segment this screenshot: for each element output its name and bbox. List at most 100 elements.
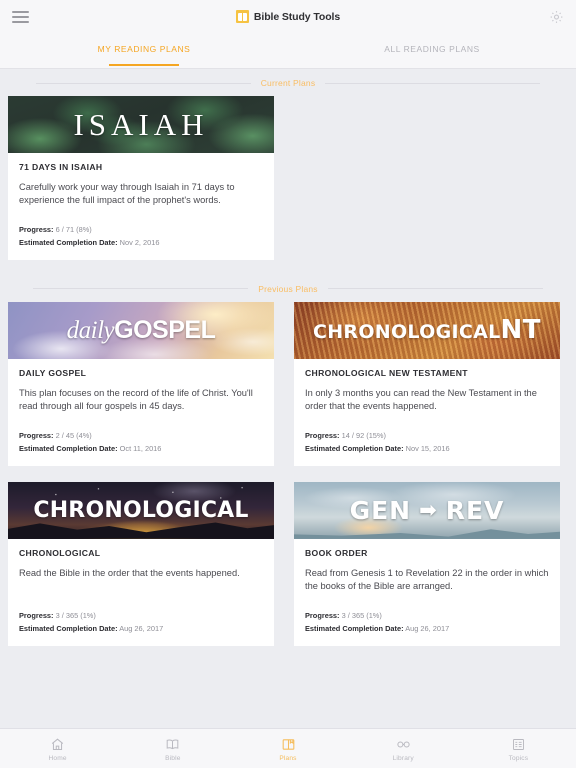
- nav-item-home[interactable]: Home: [0, 736, 115, 762]
- section-label-previous: Previous Plans: [258, 283, 318, 294]
- completion-value: Nov 2, 2016: [119, 237, 160, 247]
- plans-column-left: dailyGOSPEL DAILY GOSPEL This plan focus…: [8, 301, 274, 662]
- section-label-current: Current Plans: [260, 78, 316, 88]
- plan-completion-row: Estimated Completion Date: Aug 26, 2017: [19, 623, 263, 636]
- plan-description: This plan focuses on the record of the l…: [19, 387, 253, 412]
- plan-banner-image: CHRONOLOGICAL: [8, 481, 274, 539]
- progress-value: 2 / 45 (4%): [55, 430, 92, 440]
- plan-progress-row: Progress: 3 / 365 (1%): [19, 610, 263, 623]
- progress-label: Progress:: [305, 430, 340, 440]
- brand: Bible Study Tools: [235, 10, 340, 23]
- plan-card-book-order[interactable]: GEN ➡ REV BOOK ORDER Read from Genesis 1 t…: [294, 481, 560, 646]
- gear-icon[interactable]: [549, 9, 564, 24]
- glasses-icon: [395, 736, 412, 753]
- progress-label: Progress:: [19, 610, 54, 620]
- divider-line: [325, 82, 541, 84]
- banner-text-gen: GEN: [349, 495, 412, 525]
- plan-card-body: CHRONOLOGICAL Read the Bible in the orde…: [8, 539, 274, 646]
- plans-content: Current Plans ISAIAH 71 DAYS IN ISAIAH C…: [0, 70, 576, 728]
- nav-label: Library: [392, 754, 414, 762]
- plan-banner-image: ISAIAH: [8, 96, 274, 153]
- plan-banner-text: ISAIAH: [73, 106, 209, 142]
- plan-description: Carefully work your way through Isaiah i…: [19, 182, 235, 206]
- plan-meta: Progress: 3 / 365 (1%) Estimated Complet…: [305, 610, 549, 636]
- progress-label: Progress:: [305, 610, 340, 620]
- nav-item-topics[interactable]: Topics: [461, 736, 576, 762]
- plan-card-body: DAILY GOSPEL This plan focuses on the re…: [8, 359, 274, 466]
- section-divider-current: Current Plans: [0, 70, 576, 96]
- plan-banner-image: CHRONOLOGICALNT: [294, 301, 560, 359]
- progress-label: Progress:: [19, 430, 54, 440]
- plan-meta: Progress: 6 / 71 (8%) Estimated Completi…: [19, 224, 263, 250]
- divider-line: [327, 288, 543, 290]
- plan-card-body: 71 DAYS IN ISAIAH Carefully work your wa…: [8, 153, 274, 260]
- previous-plans-grid: dailyGOSPEL DAILY GOSPEL This plan focus…: [0, 301, 576, 662]
- nav-label: Topics: [508, 754, 529, 762]
- plan-completion-row: Estimated Completion Date: Nov 15, 2016: [305, 443, 549, 456]
- banner-text-bold: NT: [500, 315, 542, 346]
- completion-label: Estimated Completion Date:: [19, 237, 118, 247]
- plan-banner-image: dailyGOSPEL: [8, 301, 274, 359]
- nav-label: Bible: [165, 754, 181, 762]
- plan-card-chronological[interactable]: CHRONOLOGICAL CHRONOLOGICAL Read the Bib…: [8, 481, 274, 646]
- plan-title: CHRONOLOGICAL NEW TESTAMENT: [305, 367, 468, 378]
- list-icon: [511, 736, 526, 753]
- plans-column-right-empty: [294, 96, 560, 276]
- hamburger-bar: [12, 20, 29, 23]
- progress-value: 6 / 71 (8%): [55, 225, 92, 234]
- right-arrow-icon: ➡: [419, 497, 438, 522]
- hamburger-bar: [12, 15, 29, 18]
- plans-column-right: CHRONOLOGICALNT CHRONOLOGICAL NEW TESTAM…: [294, 301, 560, 662]
- banner-text-bold: GOSPEL: [114, 315, 216, 344]
- plan-banner-text: dailyGOSPEL: [67, 316, 216, 345]
- app-header: Bible Study Tools: [0, 0, 576, 33]
- plans-column-left: ISAIAH 71 DAYS IN ISAIAH Carefully work …: [8, 96, 274, 276]
- plan-banner-image: GEN ➡ REV: [294, 481, 560, 539]
- plan-completion-row: Estimated Completion Date: Aug 26, 2017: [305, 623, 549, 636]
- progress-label: Progress:: [19, 225, 54, 234]
- plan-description: In only 3 months you can read the New Te…: [305, 387, 537, 412]
- current-plans-grid: ISAIAH 71 DAYS IN ISAIAH Carefully work …: [0, 96, 576, 276]
- plan-card-body: BOOK ORDER Read from Genesis 1 to Revela…: [294, 539, 560, 646]
- plan-card-isaiah[interactable]: ISAIAH 71 DAYS IN ISAIAH Carefully work …: [8, 96, 274, 260]
- hamburger-bar: [12, 10, 29, 13]
- hamburger-icon[interactable]: [12, 10, 29, 23]
- plan-completion-row: Estimated Completion Date: Nov 2, 2016: [19, 237, 263, 250]
- completion-value: Oct 11, 2016: [119, 443, 162, 453]
- completion-value: Aug 26, 2017: [405, 623, 450, 633]
- tab-label: ALL READING PLANS: [384, 43, 480, 54]
- section-divider-previous: Previous Plans: [0, 276, 576, 302]
- tab-my-reading-plans[interactable]: MY READING PLANS: [0, 33, 288, 68]
- plan-banner-text: CHRONOLOGICAL: [33, 497, 249, 523]
- plans-icon: [281, 736, 296, 753]
- completion-label: Estimated Completion Date:: [19, 623, 118, 633]
- plan-card-body: CHRONOLOGICAL NEW TESTAMENT In only 3 mo…: [294, 359, 560, 466]
- nav-item-library[interactable]: Library: [346, 736, 461, 762]
- plan-banner-text: CHRONOLOGICALNT: [313, 315, 541, 345]
- tab-all-reading-plans[interactable]: ALL READING PLANS: [288, 33, 576, 68]
- banner-text-rev: REV: [445, 495, 505, 525]
- divider-line: [33, 288, 249, 290]
- banner-text-script: daily: [66, 316, 115, 344]
- nav-item-bible[interactable]: Bible: [115, 736, 230, 762]
- plan-completion-row: Estimated Completion Date: Oct 11, 2016: [19, 443, 263, 456]
- banner-text-main: CHRONOLOGICAL: [312, 321, 501, 344]
- completion-label: Estimated Completion Date:: [305, 443, 404, 453]
- divider-line: [35, 82, 251, 84]
- plan-description: Read from Genesis 1 to Revelation 22 in …: [305, 567, 549, 591]
- plan-card-daily-gospel[interactable]: dailyGOSPEL DAILY GOSPEL This plan focus…: [8, 301, 274, 466]
- book-icon: [165, 736, 180, 753]
- plan-meta: Progress: 3 / 365 (1%) Estimated Complet…: [19, 610, 263, 636]
- bottom-navigation: Home Bible Plans Library Topics: [0, 728, 576, 768]
- plan-title: 71 DAYS IN ISAIAH: [19, 162, 103, 172]
- plan-banner-text: GEN ➡ REV: [350, 496, 505, 525]
- bible-book-logo-icon: [235, 10, 249, 23]
- plan-card-chronological-nt[interactable]: CHRONOLOGICALNT CHRONOLOGICAL NEW TESTAM…: [294, 301, 560, 466]
- plan-progress-row: Progress: 3 / 365 (1%): [305, 610, 549, 623]
- progress-value: 14 / 92 (15%): [341, 430, 386, 440]
- plan-progress-row: Progress: 14 / 92 (15%): [305, 430, 549, 443]
- tab-label: MY READING PLANS: [97, 43, 191, 54]
- plan-description: Read the Bible in the order that the eve…: [19, 567, 240, 578]
- nav-label: Home: [48, 754, 67, 762]
- nav-item-plans[interactable]: Plans: [230, 736, 345, 762]
